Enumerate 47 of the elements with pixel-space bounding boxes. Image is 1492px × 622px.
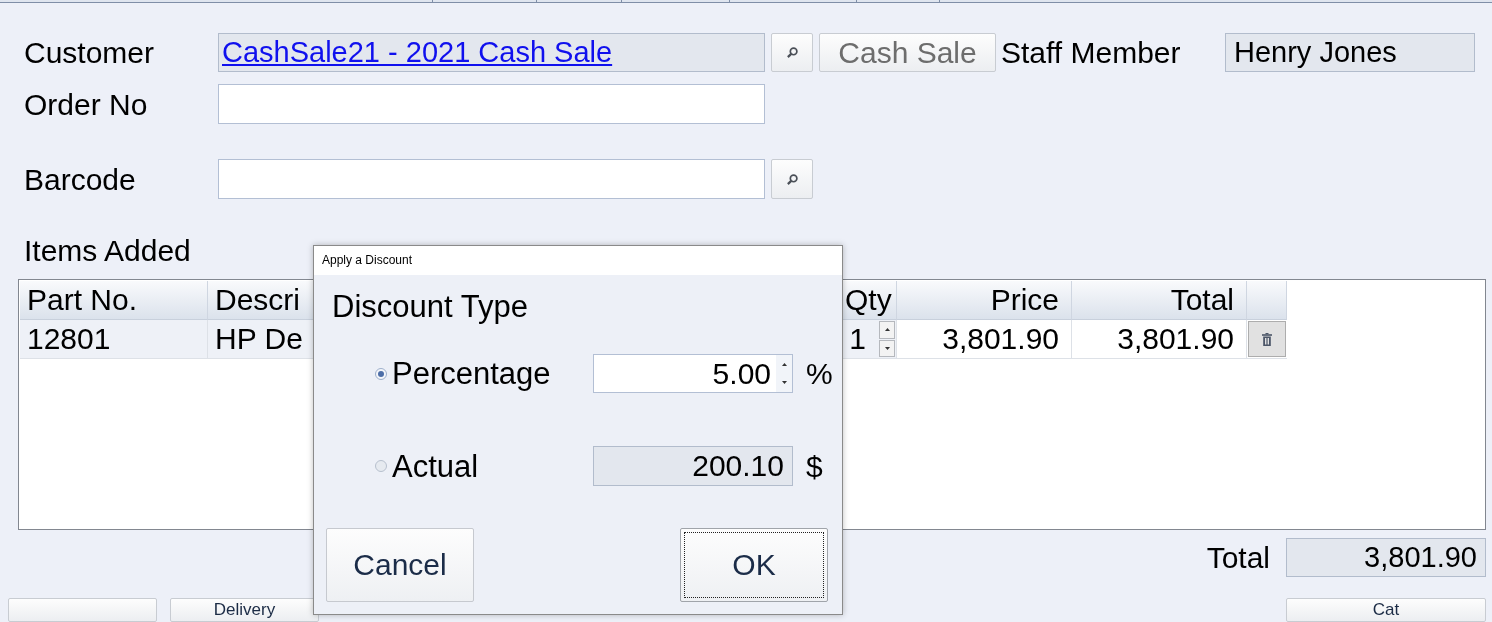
radio-button[interactable] [375,367,387,380]
order-no-label: Order No [24,86,149,123]
staff-member-label: Staff Member [1001,35,1182,71]
spin-up-button[interactable] [879,321,895,339]
down-arrow-icon [781,381,787,385]
spin-field[interactable]: 5.00 [593,354,793,393]
bottom-button[interactable]: Delivery [170,598,319,622]
unit-label: % [806,356,833,392]
total-label: Total [1206,540,1270,575]
column-header: Part No. [20,281,208,320]
items-added-label: Items Added [23,236,191,266]
search-icon [786,47,798,58]
customer-field[interactable]: CashSale21 - 2021 Cash Sale [218,33,765,72]
amount-field[interactable]: 200.10 [593,446,793,486]
total-field: 3,801.90 [1286,538,1486,577]
column-header: Price [897,281,1072,320]
trash-icon [1262,332,1272,346]
dialog-button[interactable]: OK [680,528,828,602]
dialog-heading: Discount Type [332,292,528,322]
down-arrow-icon [884,346,890,350]
order-no-field[interactable] [218,84,765,124]
radio-button[interactable] [375,460,387,472]
column-header [1247,281,1287,320]
customer-link[interactable]: CashSale21 - 2021 Cash Sale [222,36,613,68]
delete-button[interactable] [1248,321,1286,357]
table-cell: 3,801.90 [897,320,1072,359]
dialog-title: Apply a Discount [322,253,413,267]
search-button[interactable] [771,33,813,72]
up-arrow-icon [781,362,787,366]
field-value: 5.00 [712,356,771,392]
bottom-button[interactable]: Cat [1286,598,1486,622]
search-button[interactable] [771,159,813,199]
radio-label[interactable]: Actual [392,446,593,486]
spin-up-button[interactable] [776,355,792,374]
barcode-label: Barcode [24,161,137,198]
up-arrow-icon [884,328,890,332]
table-cell: 12801 [20,320,208,359]
qty-value: 1 [849,321,866,357]
table-cell: 3,801.90 [1072,320,1247,359]
dialog-button[interactable]: Cancel [326,528,474,602]
customer-label: Customer [24,35,156,71]
staff-member-field[interactable]: Henry Jones [1225,33,1475,72]
search-icon [786,173,798,185]
spin-down-button[interactable] [879,339,895,357]
unit-label: $ [806,448,823,485]
column-header: Total [1072,281,1247,320]
barcode-field[interactable] [218,159,765,199]
